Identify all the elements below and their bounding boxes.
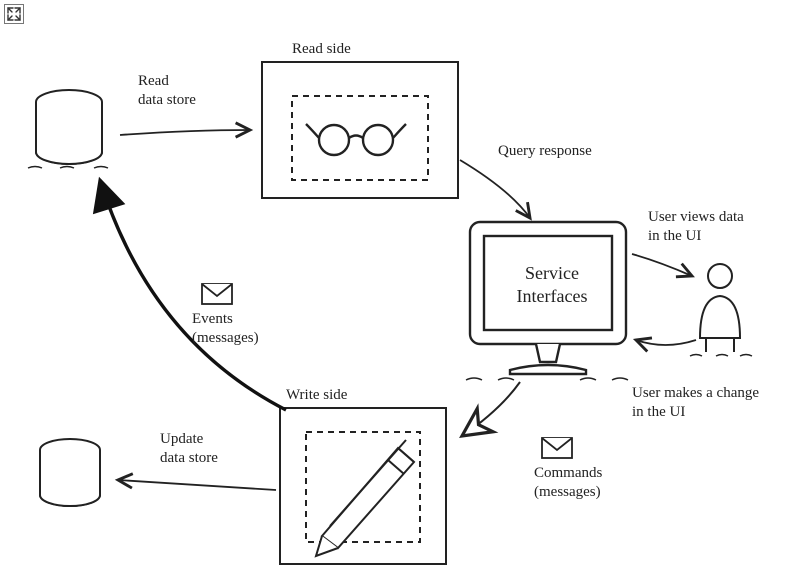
label-read-side: Read side xyxy=(292,40,351,59)
arrow-monitor-to-person xyxy=(632,254,692,276)
arrow-readstore-to-readside xyxy=(120,130,250,135)
cylinder-write-store xyxy=(40,439,100,506)
person-icon xyxy=(690,264,752,356)
envelope-events-icon xyxy=(202,284,232,304)
arrow-readside-to-monitor xyxy=(460,160,530,218)
label-read-data-store: Read data store xyxy=(138,72,196,110)
cqrs-diagram: Read data store Read side Query response… xyxy=(0,0,800,584)
write-side-box xyxy=(280,408,446,564)
label-user-views: User views data in the UI xyxy=(648,208,744,246)
label-commands: Commands (messages) xyxy=(534,464,602,502)
read-side-box xyxy=(262,62,458,198)
arrow-person-to-monitor xyxy=(636,340,696,345)
label-write-side: Write side xyxy=(286,386,347,405)
arrow-events-curve xyxy=(100,180,286,410)
envelope-commands-icon xyxy=(542,438,572,458)
arrow-writeside-to-updatestore xyxy=(118,480,276,490)
label-events: Events (messages) xyxy=(192,310,259,348)
cylinder-read-store xyxy=(28,90,108,168)
arrow-monitor-to-writeside xyxy=(462,382,520,436)
label-user-change: User makes a change in the UI xyxy=(632,384,759,422)
label-update-data-store: Update data store xyxy=(160,430,218,468)
label-service-interfaces: Service Interfaces xyxy=(512,262,592,307)
label-query-response: Query response xyxy=(498,142,592,161)
